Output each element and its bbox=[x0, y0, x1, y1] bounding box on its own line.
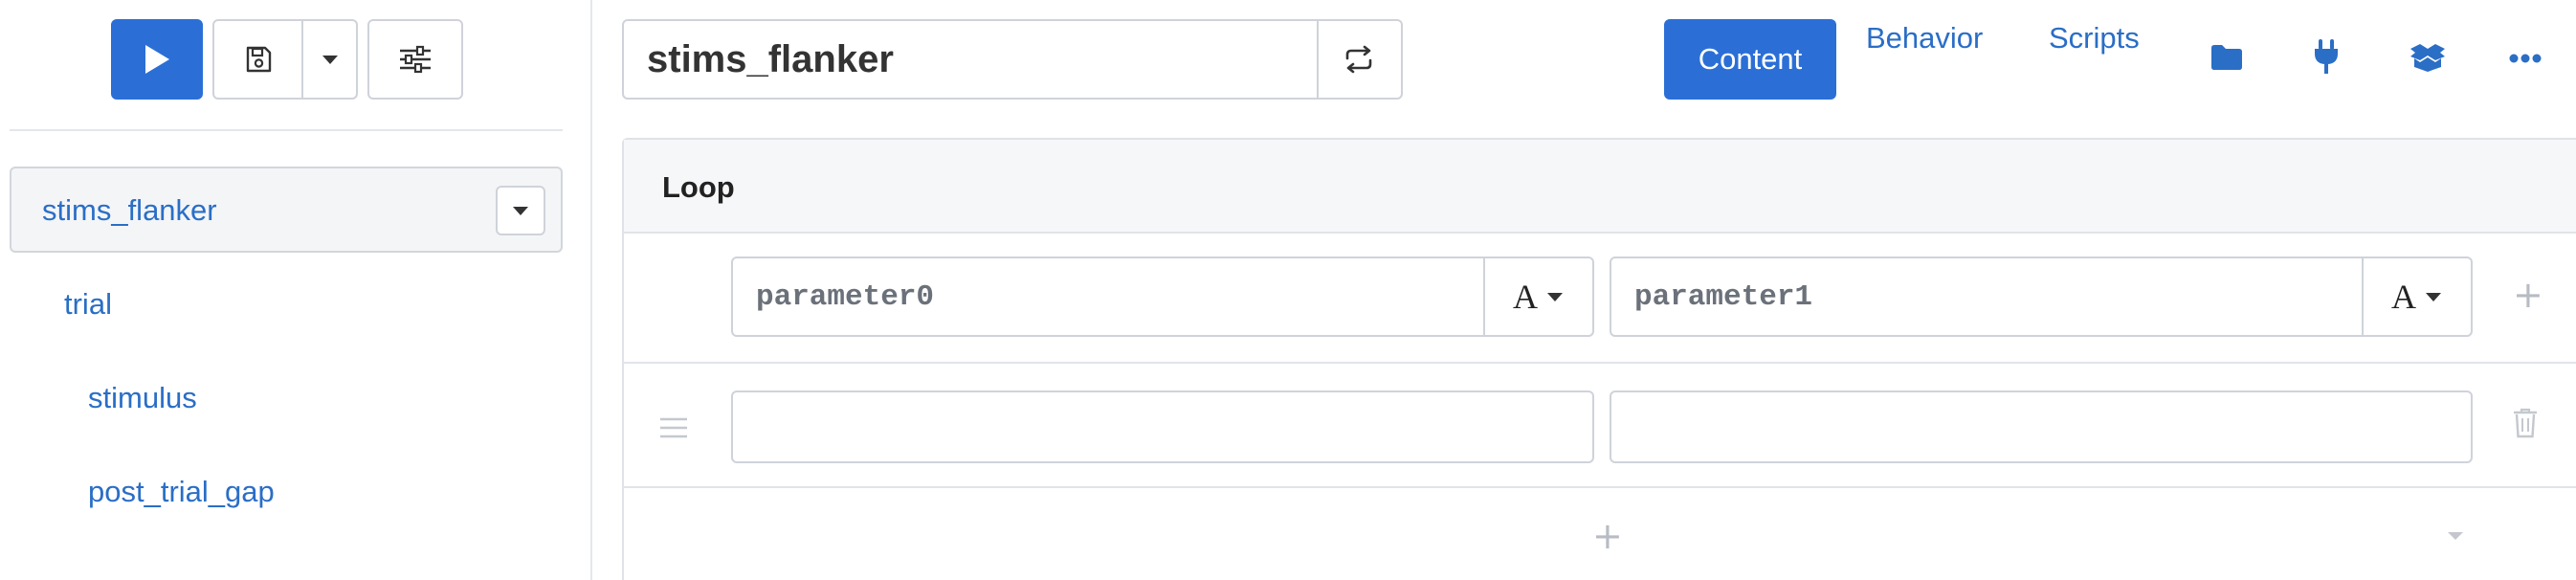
tree-item-trial[interactable]: trial bbox=[64, 287, 112, 322]
tab-behavior[interactable]: Behavior bbox=[1866, 21, 1983, 56]
tab-content[interactable]: Content bbox=[1664, 19, 1836, 100]
loop-panel: Loop A A + bbox=[622, 138, 2576, 580]
sidebar: stims_flanker trial stimulus post_trial_… bbox=[0, 0, 592, 580]
column-name-input[interactable] bbox=[733, 258, 1485, 335]
column-header-parameter1: A bbox=[1610, 257, 2473, 337]
chevron-down-icon bbox=[2426, 292, 2441, 301]
app-root: stims_flanker trial stimulus post_trial_… bbox=[0, 0, 2576, 580]
tree-item-post-trial-gap[interactable]: post_trial_gap bbox=[88, 475, 275, 509]
tree-root-label: stims_flanker bbox=[42, 193, 217, 227]
trash-icon[interactable] bbox=[2513, 408, 2538, 438]
editor-tabs: Content bbox=[1664, 19, 1836, 100]
plug-icon[interactable] bbox=[2314, 38, 2339, 75]
tab-scripts[interactable]: Scripts bbox=[2049, 21, 2140, 56]
folder-icon[interactable] bbox=[2210, 44, 2243, 71]
add-row-options-icon[interactable] bbox=[2448, 532, 2463, 540]
tree-item-stimulus[interactable]: stimulus bbox=[88, 381, 197, 415]
save-button[interactable] bbox=[212, 19, 302, 100]
column-header-parameter0: A bbox=[731, 257, 1594, 337]
options-button[interactable] bbox=[367, 19, 463, 100]
save-options-button[interactable] bbox=[302, 19, 358, 100]
sidebar-divider bbox=[10, 129, 563, 131]
loop-panel-title: Loop bbox=[662, 170, 735, 204]
tree-root-menu-button[interactable] bbox=[496, 186, 545, 235]
cell-input[interactable] bbox=[731, 390, 1594, 463]
table-row bbox=[624, 366, 2576, 488]
play-icon bbox=[145, 45, 169, 74]
column-type-button[interactable]: A bbox=[1483, 258, 1592, 335]
column-type-button[interactable]: A bbox=[2362, 258, 2471, 335]
repeat-icon bbox=[1345, 45, 1372, 74]
chevron-down-icon bbox=[513, 206, 528, 215]
drag-handle-icon[interactable] bbox=[660, 417, 687, 438]
chevron-down-icon bbox=[322, 55, 338, 64]
run-button[interactable] bbox=[111, 19, 203, 100]
add-column-button[interactable]: + bbox=[2513, 274, 2543, 316]
component-name-group bbox=[622, 19, 1403, 100]
sync-button[interactable] bbox=[1317, 21, 1401, 98]
component-name-input[interactable] bbox=[624, 21, 1319, 98]
box-open-icon[interactable] bbox=[2409, 42, 2447, 73]
column-type-label: A bbox=[1513, 278, 1538, 316]
sidebar-toolbar bbox=[111, 19, 463, 100]
add-row-button[interactable]: + bbox=[1592, 515, 1623, 557]
loop-panel-header: Loop bbox=[624, 140, 2576, 234]
cell-input[interactable] bbox=[1610, 390, 2473, 463]
loop-columns-row: A A + bbox=[624, 234, 2576, 364]
sliders-icon bbox=[400, 45, 431, 74]
tree-root-item[interactable]: stims_flanker bbox=[10, 167, 563, 253]
chevron-down-icon bbox=[1547, 292, 1563, 301]
column-type-label: A bbox=[2391, 278, 2416, 316]
save-icon bbox=[246, 46, 271, 73]
column-name-input[interactable] bbox=[1611, 258, 2364, 335]
ellipsis-icon[interactable] bbox=[2509, 54, 2542, 63]
